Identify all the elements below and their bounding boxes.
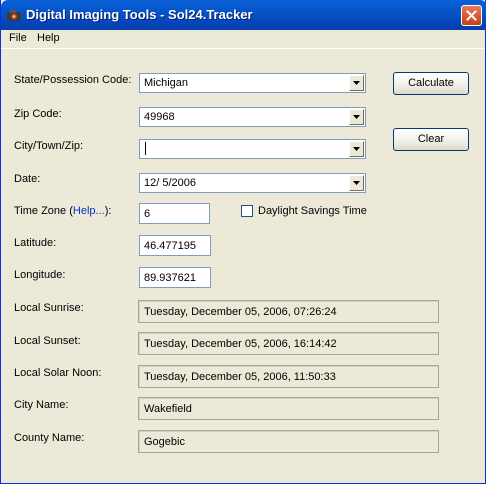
county-name-value: Gogebic [144, 436, 185, 448]
title-bar[interactable]: Digital Imaging Tools - Sol24.Tracker [1, 0, 486, 30]
county-name-label: County Name: [14, 432, 85, 444]
dst-label[interactable]: Daylight Savings Time [258, 205, 367, 217]
menu-divider [1, 48, 485, 49]
zip-label: Zip Code: [14, 108, 62, 120]
city-name-output: Wakefield [138, 397, 439, 420]
city-name-value: Wakefield [144, 403, 192, 415]
close-button[interactable] [461, 5, 482, 26]
solar-noon-output: Tuesday, December 05, 2006, 11:50:33 [138, 365, 439, 388]
city-combo[interactable] [139, 139, 366, 159]
sunrise-output: Tuesday, December 05, 2006, 07:26:24 [138, 300, 439, 323]
timezone-input[interactable]: 6 [139, 203, 210, 224]
zip-combo[interactable]: 49968 [139, 107, 366, 127]
text-caret [145, 142, 146, 155]
longitude-value: 89.937621 [144, 272, 196, 284]
clear-button[interactable]: Clear [393, 128, 469, 151]
app-window: Digital Imaging Tools - Sol24.Tracker Fi… [0, 0, 486, 484]
timezone-label-end: ): [104, 205, 112, 217]
county-name-output: Gogebic [138, 430, 439, 453]
timezone-value: 6 [144, 208, 151, 220]
dst-checkbox[interactable] [241, 205, 253, 217]
sunrise-label: Local Sunrise: [14, 302, 84, 314]
menu-help[interactable]: Help [37, 32, 60, 44]
chevron-down-icon [353, 81, 360, 85]
latitude-value: 46.477195 [144, 240, 196, 252]
timezone-help-link[interactable]: Help... [73, 205, 105, 217]
city-dropdown-button[interactable] [349, 141, 364, 157]
city-name-label: City Name: [14, 399, 69, 411]
latitude-label: Latitude: [14, 237, 57, 249]
sunset-label: Local Sunset: [14, 335, 81, 347]
menu-file[interactable]: File [9, 32, 27, 44]
calculate-button[interactable]: Calculate [393, 72, 469, 95]
menu-bar: File Help [1, 30, 485, 48]
chevron-down-icon [353, 147, 360, 151]
state-dropdown-button[interactable] [349, 75, 364, 91]
sunset-output: Tuesday, December 05, 2006, 16:14:42 [138, 332, 439, 355]
solar-noon-label: Local Solar Noon: [14, 367, 102, 379]
close-icon [466, 10, 477, 21]
state-combo[interactable]: Michigan [139, 73, 366, 93]
solar-noon-value: Tuesday, December 05, 2006, 11:50:33 [144, 371, 336, 383]
chevron-down-icon [353, 181, 360, 185]
sunset-value: Tuesday, December 05, 2006, 16:14:42 [144, 338, 337, 350]
timezone-label: Time Zone (Help...): [14, 205, 111, 217]
window-title: Digital Imaging Tools - Sol24.Tracker [26, 7, 253, 22]
sunrise-value: Tuesday, December 05, 2006, 07:26:24 [144, 306, 337, 318]
city-label: City/Town/Zip: [14, 140, 84, 152]
date-picker[interactable]: 12/ 5/2006 [139, 173, 366, 193]
state-value: Michigan [144, 77, 189, 89]
zip-dropdown-button[interactable] [349, 109, 364, 125]
date-label: Date: [14, 173, 41, 185]
date-value: 12/ 5/2006 [144, 177, 196, 189]
longitude-label: Longitude: [14, 269, 66, 281]
latitude-input[interactable]: 46.477195 [139, 235, 211, 256]
chevron-down-icon [353, 115, 360, 119]
longitude-input[interactable]: 89.937621 [139, 267, 211, 288]
app-icon [7, 10, 21, 21]
zip-value: 49968 [144, 111, 175, 123]
timezone-label-start: Time Zone ( [14, 205, 73, 217]
date-dropdown-button[interactable] [349, 175, 364, 191]
state-label: State/Possession Code: [14, 74, 132, 86]
